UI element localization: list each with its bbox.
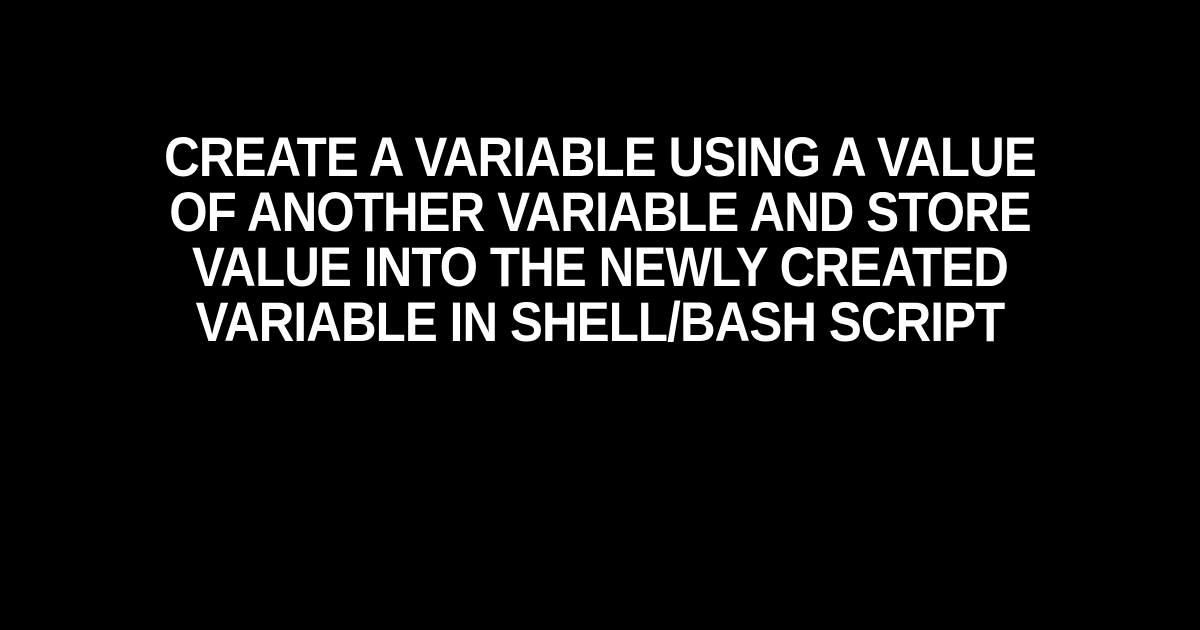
page-title: Create a Variable Using a Value of Anoth… xyxy=(72,130,1128,350)
